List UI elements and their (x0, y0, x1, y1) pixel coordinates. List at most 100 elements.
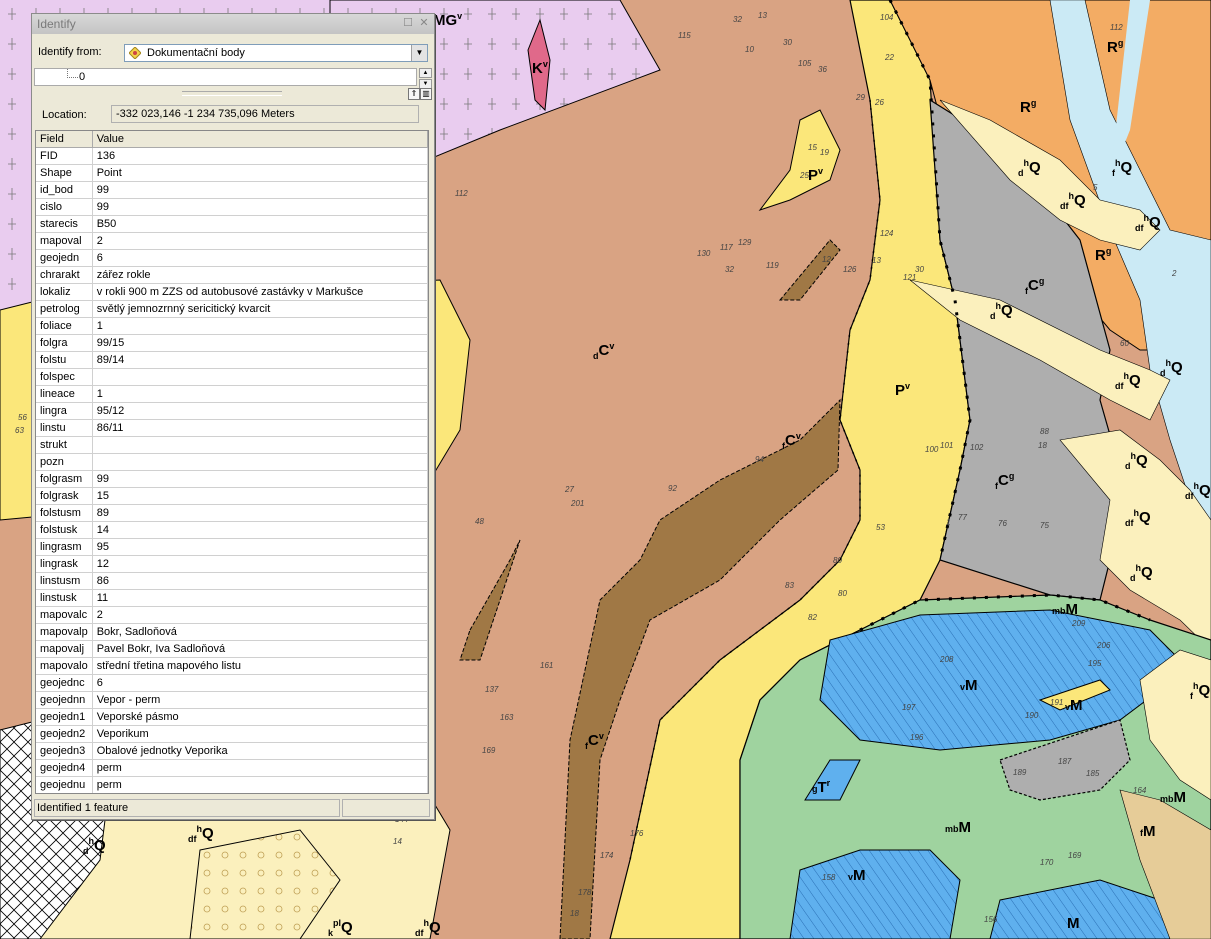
field-cell: folstu (36, 351, 93, 369)
table-row[interactable]: folstusk 14 (36, 521, 428, 539)
tree-scrollbar[interactable]: ▲ ▼ (419, 68, 432, 89)
table-row[interactable]: geojednn Vepor - perm (36, 691, 428, 709)
layout-icon[interactable]: ▥ (420, 88, 432, 100)
value-cell[interactable]: 99 (92, 198, 428, 216)
table-row[interactable]: folspec (36, 368, 428, 386)
attribute-grid[interactable]: Field Value FID 136 Shape Point id_bod 99 cisl… (35, 130, 429, 794)
table-row[interactable]: lineace 1 (36, 385, 428, 403)
table-row[interactable]: geojedn3 Obalové jednotky Veporika (36, 742, 428, 760)
field-column-header[interactable]: Field (36, 131, 93, 148)
table-row[interactable]: foliace 1 (36, 317, 428, 335)
value-cell[interactable]: Pavel Bokr, Iva Sadloňová (92, 640, 428, 658)
table-row[interactable]: lingra 95/12 (36, 402, 428, 420)
value-cell[interactable]: 1 (92, 385, 428, 403)
value-cell[interactable]: střední třetina mapového listu (92, 657, 428, 675)
value-cell[interactable]: zářez rokle (92, 266, 428, 284)
table-row[interactable]: pozn (36, 453, 428, 471)
value-column-header[interactable]: Value (92, 131, 428, 148)
table-row[interactable]: geojedn1 Veporské pásmo (36, 708, 428, 726)
identify-from-dropdown[interactable]: Dokumentační body ▼ (124, 44, 428, 62)
value-cell[interactable] (92, 368, 428, 386)
value-cell[interactable]: 99 (92, 470, 428, 488)
value-cell[interactable]: 14 (92, 521, 428, 539)
close-icon[interactable]: ✕ (418, 17, 430, 29)
table-row[interactable]: folstu 89/14 (36, 351, 428, 369)
value-cell[interactable]: 95 (92, 538, 428, 556)
table-row[interactable]: folgra 99/15 (36, 334, 428, 352)
table-row[interactable]: cislo 99 (36, 198, 428, 216)
results-tree[interactable]: 0 (34, 68, 417, 86)
table-row[interactable]: petrolog světlý jemnozrnný sericitický kv… (36, 300, 428, 318)
table-row[interactable]: geojedn4 perm (36, 759, 428, 777)
value-cell[interactable]: 95/12 (92, 402, 428, 420)
value-cell[interactable]: 89 (92, 504, 428, 522)
field-cell: geojedn (36, 249, 93, 267)
table-row[interactable]: starecis B50 (36, 215, 428, 233)
table-row[interactable]: linstu 86/11 (36, 419, 428, 437)
value-cell[interactable] (92, 453, 428, 471)
table-row[interactable]: FID 136 (36, 147, 428, 165)
tree-node[interactable]: 0 (79, 71, 85, 83)
table-row[interactable]: mapovalo střední třetina mapového listu (36, 657, 428, 675)
table-row[interactable]: lingrasm 95 (36, 538, 428, 556)
value-cell[interactable]: Point (92, 164, 428, 182)
table-row[interactable]: geojednc 6 (36, 674, 428, 692)
svg-text:174: 174 (600, 851, 614, 860)
value-cell[interactable]: 12 (92, 555, 428, 573)
value-cell[interactable]: 89/14 (92, 351, 428, 369)
table-row[interactable]: folstusm 89 (36, 504, 428, 522)
value-cell[interactable]: v rokli 900 m ZZS od autobusové zastávky… (92, 283, 428, 301)
table-row[interactable]: mapovalj Pavel Bokr, Iva Sadloňová (36, 640, 428, 658)
value-cell[interactable]: 6 (92, 249, 428, 267)
value-cell[interactable]: Bokr, Sadloňová (92, 623, 428, 641)
pane-splitter[interactable] (182, 91, 282, 96)
identify-window[interactable]: Identify ☐ ✕ Identify from: Dokumentační… (31, 13, 435, 820)
table-row[interactable]: mapoval 2 (36, 232, 428, 250)
svg-text:92: 92 (668, 484, 677, 493)
value-cell[interactable]: 86/11 (92, 419, 428, 437)
value-cell[interactable] (92, 436, 428, 454)
table-row[interactable]: lokaliz v rokli 900 m ZZS od autobusové z… (36, 283, 428, 301)
value-cell[interactable]: 136 (92, 147, 428, 165)
value-cell[interactable]: 99 (92, 181, 428, 199)
value-cell[interactable]: 15 (92, 487, 428, 505)
table-row[interactable]: geojedn 6 (36, 249, 428, 267)
table-row[interactable]: mapovalc 2 (36, 606, 428, 624)
scroll-up-icon[interactable]: ▲ (419, 68, 432, 78)
field-cell: mapovalc (36, 606, 93, 624)
value-cell[interactable]: Obalové jednotky Veporika (92, 742, 428, 760)
value-cell[interactable]: 2 (92, 232, 428, 250)
value-cell[interactable]: perm (92, 759, 428, 777)
value-cell[interactable]: 99/15 (92, 334, 428, 352)
value-cell[interactable]: 6 (92, 674, 428, 692)
value-cell[interactable]: B50 (92, 215, 428, 233)
value-cell[interactable]: světlý jemnozrnný sericitický kvarcit (92, 300, 428, 318)
value-cell[interactable]: 11 (92, 589, 428, 607)
maximize-icon[interactable]: ☐ (402, 17, 414, 29)
value-cell[interactable]: Vepor - perm (92, 691, 428, 709)
table-row[interactable]: folgrasm 99 (36, 470, 428, 488)
table-row[interactable]: geojedn2 Veporikum (36, 725, 428, 743)
table-row[interactable]: lingrask 12 (36, 555, 428, 573)
value-cell[interactable]: Veporské pásmo (92, 708, 428, 726)
table-row[interactable]: Shape Point (36, 164, 428, 182)
field-cell: lokaliz (36, 283, 93, 301)
value-cell[interactable]: perm (92, 776, 428, 793)
table-row[interactable]: id_bod 99 (36, 181, 428, 199)
value-cell[interactable]: 1 (92, 317, 428, 335)
table-row[interactable]: mapovalp Bokr, Sadloňová (36, 623, 428, 641)
table-row[interactable]: linstusk 11 (36, 589, 428, 607)
table-row[interactable]: chrarakt zářez rokle (36, 266, 428, 284)
location-value[interactable]: -332 023,146 -1 234 735,096 Meters (111, 105, 419, 123)
table-row[interactable]: linstusm 86 (36, 572, 428, 590)
dropdown-arrow-icon[interactable]: ▼ (411, 45, 427, 61)
value-cell[interactable]: 86 (92, 572, 428, 590)
table-row[interactable]: strukt (36, 436, 428, 454)
title-bar[interactable]: Identify ☐ ✕ (32, 14, 434, 34)
collapse-icon[interactable]: ⇑ (408, 88, 420, 100)
table-row[interactable]: folgrask 15 (36, 487, 428, 505)
table-row[interactable]: geojednu perm (36, 776, 428, 793)
value-cell[interactable]: 2 (92, 606, 428, 624)
field-cell: linstu (36, 419, 93, 437)
value-cell[interactable]: Veporikum (92, 725, 428, 743)
